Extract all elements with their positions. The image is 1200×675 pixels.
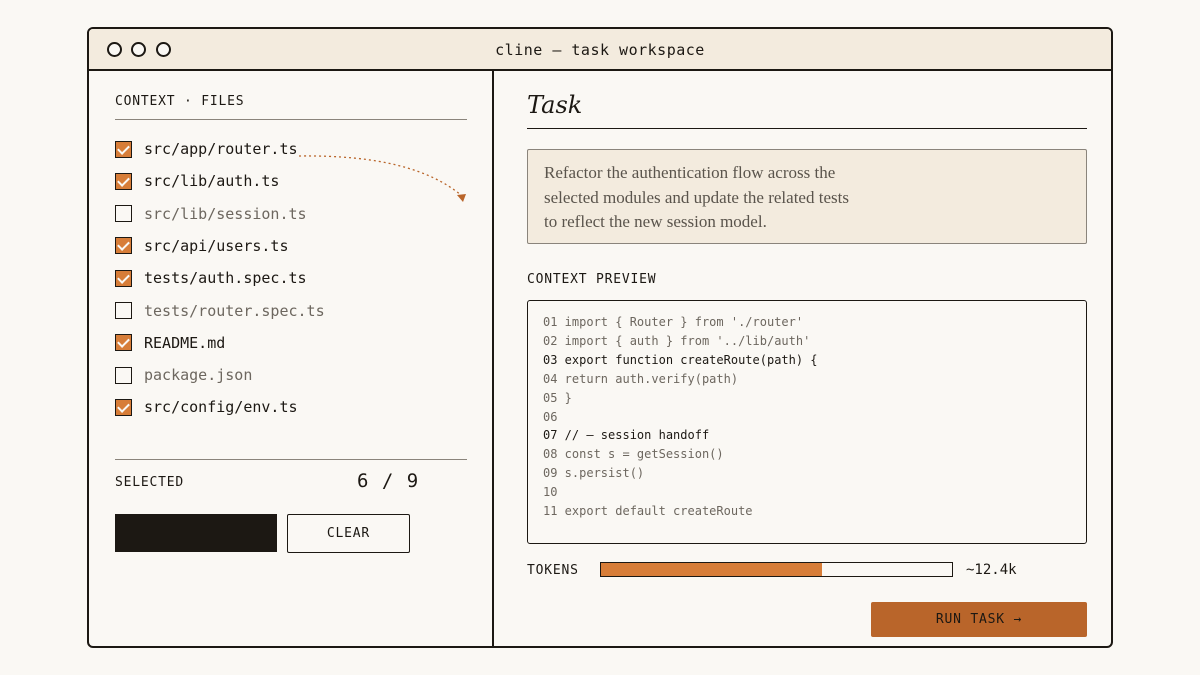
file-item[interactable]: src/lib/session.ts xyxy=(115,204,455,224)
file-item[interactable]: package.json xyxy=(115,365,455,385)
context-preview-label: CONTEXT PREVIEW xyxy=(527,272,657,287)
file-name: src/lib/auth.ts xyxy=(144,172,280,191)
file-name: tests/auth.spec.ts xyxy=(144,269,307,288)
files-section-label: CONTEXT · FILES xyxy=(115,94,245,109)
checkbox-unchecked[interactable] xyxy=(115,302,132,319)
checkbox-checked[interactable] xyxy=(115,398,132,416)
selected-label: SELECTED xyxy=(115,475,185,490)
tokens-bar xyxy=(600,562,953,577)
task-heading: Task xyxy=(527,91,583,119)
file-item[interactable]: tests/auth.spec.ts xyxy=(115,268,455,288)
task-line: to reflect the new session model. xyxy=(544,212,767,231)
file-name: tests/router.spec.ts xyxy=(144,301,325,320)
file-name: package.json xyxy=(144,366,253,385)
file-item[interactable]: src/api/users.ts xyxy=(115,236,455,256)
file-name: src/lib/session.ts xyxy=(144,204,307,223)
tokens-bar-fill xyxy=(601,563,823,576)
task-description[interactable]: Refactor the authentication flow across … xyxy=(527,149,1087,244)
checkbox-checked[interactable] xyxy=(115,334,132,352)
tokens-value: ~12.4k xyxy=(966,562,1017,578)
code-line: 02 import { auth } from '../lib/auth' xyxy=(543,333,811,348)
code-line: 11 export default createRoute xyxy=(543,504,753,519)
files-divider xyxy=(115,119,467,120)
selection-divider xyxy=(115,459,467,460)
add-context-button[interactable] xyxy=(115,514,277,552)
checkbox-unchecked[interactable] xyxy=(115,366,132,384)
app-window: cline — task workspace CONTEXT · FILES s… xyxy=(87,27,1113,648)
title-bar: cline — task workspace xyxy=(89,29,1111,71)
checkbox-checked[interactable] xyxy=(115,237,132,255)
run-task-button[interactable]: RUN TASK → xyxy=(871,602,1087,637)
selected-count: 6 / 9 xyxy=(357,470,420,492)
code-line: 06 xyxy=(543,409,558,424)
file-item[interactable]: src/lib/auth.ts xyxy=(115,171,455,191)
task-heading-rule xyxy=(527,128,1087,129)
checkbox-checked[interactable] xyxy=(115,269,132,287)
checkbox-unchecked[interactable] xyxy=(115,205,132,223)
task-line: Refactor the authentication flow across … xyxy=(544,163,836,182)
file-name: src/config/env.ts xyxy=(144,398,298,417)
code-line: 04 return auth.verify(path) xyxy=(543,371,739,386)
code-line: 08 const s = getSession() xyxy=(543,447,724,462)
file-item[interactable]: README.md xyxy=(115,333,455,353)
file-name: src/api/users.ts xyxy=(144,236,289,255)
clear-button[interactable]: CLEAR xyxy=(287,514,410,553)
code-line: 01 import { Router } from './router' xyxy=(543,315,804,329)
code-line: 03 export function createRoute(path) { xyxy=(543,352,818,367)
checkbox-checked[interactable] xyxy=(115,172,132,190)
window-title: cline — task workspace xyxy=(495,41,705,59)
context-preview-code[interactable]: 01 import { Router } from './router' 02 i… xyxy=(527,300,1087,544)
task-line: selected modules and update the related … xyxy=(544,187,849,207)
checkbox-checked[interactable] xyxy=(115,140,132,158)
file-name: src/app/router.ts xyxy=(144,140,298,158)
file-name: README.md xyxy=(144,333,226,352)
file-item[interactable]: tests/router.spec.ts xyxy=(115,301,455,321)
file-item[interactable]: src/app/router.ts xyxy=(115,139,455,159)
code-line: 10 xyxy=(543,485,558,500)
file-item[interactable]: src/config/env.ts xyxy=(115,397,455,417)
code-line: 05 } xyxy=(543,390,572,405)
code-line: 07 // — session handoff xyxy=(543,428,710,443)
pane-divider[interactable] xyxy=(492,71,494,646)
code-line: 09 s.persist() xyxy=(543,466,645,481)
tokens-label: TOKENS xyxy=(527,563,579,578)
